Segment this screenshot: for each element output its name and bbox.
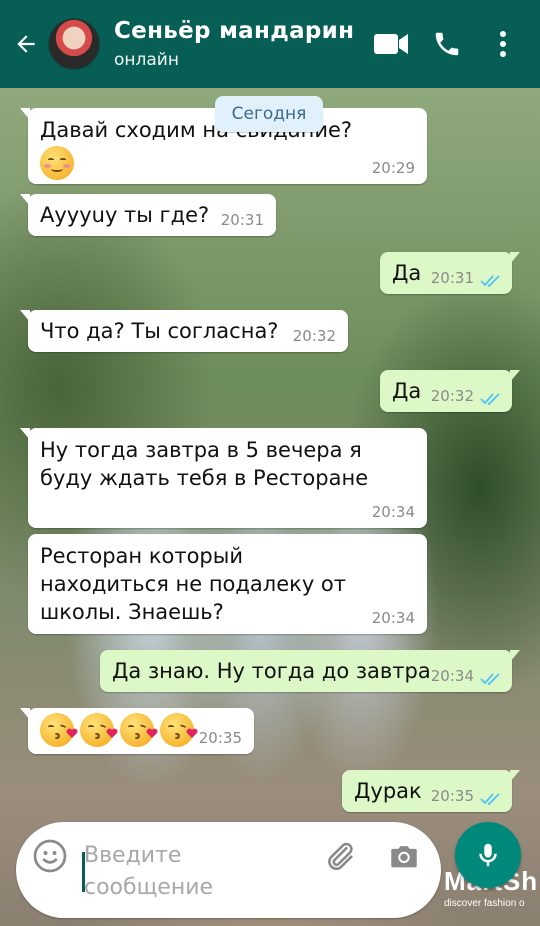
message-text: Что да? Ты согласна?	[40, 319, 279, 343]
message-list[interactable]: Давай сходим на свидание? 20:29 Сегодня …	[0, 88, 540, 926]
mic-icon	[479, 843, 497, 867]
attach-button[interactable]	[318, 834, 362, 878]
face-blowing-kiss-emoji	[80, 713, 118, 747]
chat-header: Сеньёр мандарин онлайн	[0, 0, 540, 88]
face-blowing-kiss-emoji	[160, 713, 198, 747]
camera-icon	[391, 846, 417, 868]
more-options-button[interactable]	[480, 21, 526, 67]
face-blowing-kiss-emoji	[40, 713, 78, 747]
more-options-icon	[500, 31, 506, 57]
message-incoming[interactable]: 20:35	[20, 708, 254, 754]
read-receipt-icon	[480, 275, 500, 288]
back-arrow-icon	[17, 35, 35, 53]
message-time: 20:31	[220, 211, 264, 229]
attach-icon	[328, 842, 353, 871]
message-text: Дурак	[354, 779, 422, 803]
contact-info[interactable]: Сеньёр мандарин онлайн	[114, 18, 368, 70]
message-text: Ну тогда завтра в 5 вечера я буду ждать …	[40, 438, 369, 490]
contact-name: Сеньёр мандарин	[114, 18, 355, 44]
video-call-icon	[374, 34, 408, 54]
message-composer: Введите сообщение	[16, 822, 441, 918]
message-time: 20:34	[371, 503, 415, 521]
emoji-button[interactable]	[30, 836, 70, 876]
message-input[interactable]: Введите сообщение	[84, 840, 304, 904]
message-incoming[interactable]: Ну тогда завтра в 5 вечера я буду ждать …	[20, 428, 427, 528]
message-outgoing[interactable]: Дурак 20:35	[342, 770, 520, 812]
read-receipt-icon	[480, 673, 500, 686]
message-time: 20:31	[430, 269, 474, 287]
message-outgoing[interactable]: Да 20:31	[380, 252, 520, 294]
message-text: Ресторан который находиться не подалеку …	[40, 544, 347, 624]
message-incoming[interactable]: Ауууuу ты где? 20:31	[20, 194, 276, 236]
camera-button[interactable]	[382, 834, 426, 878]
phone-call-button[interactable]	[424, 21, 470, 67]
message-incoming[interactable]: Ресторан который находиться не подалеку …	[28, 534, 427, 634]
read-receipt-icon	[480, 393, 500, 406]
contact-status: онлайн	[114, 50, 179, 70]
message-time: 20:29	[371, 159, 415, 177]
message-time: 20:35	[430, 787, 474, 805]
message-outgoing[interactable]: Да 20:32	[380, 370, 520, 412]
message-time: 20:32	[430, 387, 474, 405]
phone-icon	[435, 32, 459, 56]
voice-record-button[interactable]	[455, 822, 521, 888]
face-blowing-kiss-emoji	[120, 713, 158, 747]
message-time: 20:32	[292, 327, 336, 345]
read-receipt-icon	[480, 793, 500, 806]
back-button[interactable]	[2, 0, 50, 88]
message-incoming[interactable]: Что да? Ты согласна? 20:32	[20, 310, 348, 352]
message-outgoing[interactable]: Да знаю. Ну тогда до завтра 20:34	[100, 650, 520, 692]
video-call-button[interactable]	[368, 21, 414, 67]
message-time: 20:35	[198, 729, 242, 747]
contact-avatar[interactable]	[48, 18, 100, 70]
message-time: 20:34	[430, 667, 474, 685]
smiling-face-emoji	[40, 146, 74, 180]
date-chip: Сегодня	[215, 96, 323, 132]
message-time: 20:34	[371, 609, 415, 627]
emoji-icon	[33, 839, 67, 873]
